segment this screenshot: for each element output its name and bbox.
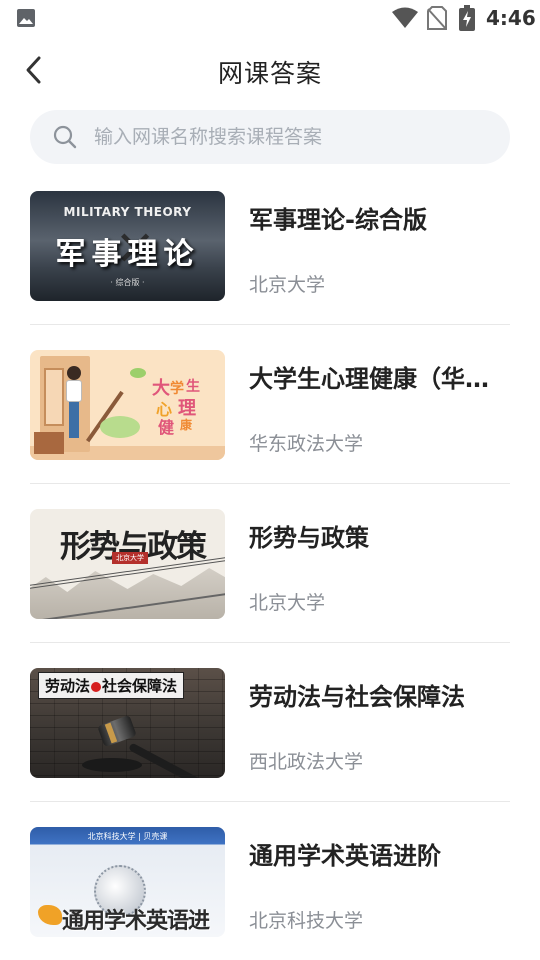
course-item-mental-health[interactable]: 大 学 生 心 理 健 康 大学生心理健康（华东... 华东政法大学: [30, 325, 511, 484]
thumbnail-title: 大 学 生 心 理 健 康: [150, 372, 220, 437]
thumbnail-title-left: 劳动法: [45, 677, 91, 695]
red-dot-icon: [91, 682, 102, 692]
course-title: 军事理论-综合版: [249, 206, 427, 234]
page-title: 网课答案: [217, 59, 322, 88]
course-thumbnail: 北京科技大学 | 贝壳课 通用学术英语进阶: [30, 827, 225, 937]
course-school: 华东政法大学: [249, 433, 364, 455]
thumbnail-title: 通用学术英语进阶: [62, 908, 210, 934]
no-sim-icon: [427, 6, 447, 30]
course-title: 通用学术英语进阶: [249, 842, 441, 870]
course-title: 劳动法与社会保障法: [249, 683, 465, 711]
status-time: 4:46: [486, 6, 536, 30]
leaf-graphic: [130, 368, 146, 378]
thumbnail-char: 生: [186, 379, 200, 395]
status-bar: 4:46: [0, 0, 540, 36]
course-school: 北京科技大学: [249, 910, 364, 932]
thumbnail-tag: 北京大学: [112, 552, 148, 564]
leaf-graphic: [100, 416, 140, 438]
thumbnail-cn-title: 军事理论: [55, 237, 200, 272]
gavel-base-graphic: [82, 758, 142, 772]
course-thumbnail: 劳动法 社会保障法: [30, 668, 225, 778]
course-item-academic-english[interactable]: 北京科技大学 | 贝壳课 通用学术英语进阶 通用学术英语进阶 北京科技大学: [30, 802, 510, 960]
thumbnail-subtitle: · 综合版 ·: [110, 278, 145, 287]
course-school: 北京大学: [249, 592, 326, 614]
person-graphic: [66, 380, 82, 402]
course-thumbnail: 形势与政策 北京大学: [30, 509, 225, 619]
person-graphic: [67, 366, 81, 380]
course-item-situation-policy[interactable]: 形势与政策 北京大学 形势与政策 北京大学: [30, 484, 510, 643]
battery-charging-icon: [459, 5, 475, 31]
stairs-graphic: [34, 432, 64, 454]
thumbnail-char: 康: [180, 418, 193, 432]
search-icon: [53, 125, 77, 149]
course-title: 形势与政策: [249, 524, 369, 552]
course-item-labor-law[interactable]: 劳动法 社会保障法 劳动法与社会保障法 西北政法大学: [30, 643, 510, 802]
gallery-icon: [17, 9, 35, 27]
course-thumbnail: ✕ MILITARY THEORY 军事理论 · 综合版 ·: [30, 191, 225, 301]
course-list: ✕ MILITARY THEORY 军事理论 · 综合版 · 军事理论-综合版 …: [30, 166, 511, 960]
header: 网课答案: [0, 40, 540, 100]
door-graphic: [44, 368, 64, 426]
course-school: 西北政法大学: [249, 751, 364, 773]
thumbnail-char: 健: [158, 418, 175, 437]
university-logo: [38, 905, 62, 925]
wifi-icon: [392, 7, 418, 28]
search-bar[interactable]: [30, 110, 510, 164]
thumbnail-title-right: 社会保障法: [102, 677, 178, 695]
course-thumbnail: 大 学 生 心 理 健 康: [30, 350, 225, 460]
person-graphic: [69, 402, 79, 438]
thumbnail-title: 劳动法 社会保障法: [38, 672, 185, 699]
course-school: 北京大学: [249, 274, 326, 296]
course-title: 大学生心理健康（华东...: [249, 365, 511, 393]
course-item-military-theory[interactable]: ✕ MILITARY THEORY 军事理论 · 综合版 · 军事理论-综合版 …: [30, 166, 510, 325]
thumbnail-header: 北京科技大学 | 贝壳课: [87, 832, 168, 841]
search-input[interactable]: [94, 126, 474, 148]
thumbnail-en-title: MILITARY THEORY: [63, 205, 192, 219]
